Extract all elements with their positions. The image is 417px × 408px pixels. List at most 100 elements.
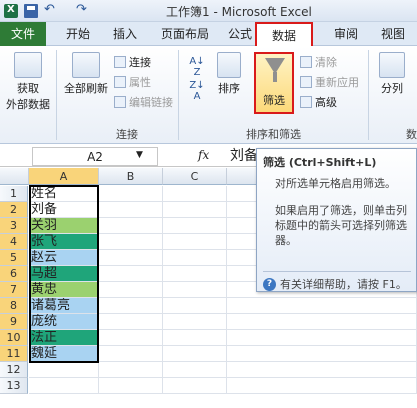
cell[interactable] xyxy=(99,346,163,362)
text-to-columns-button[interactable]: 分列 xyxy=(374,52,410,96)
cell[interactable] xyxy=(227,330,417,346)
cell[interactable] xyxy=(227,298,417,314)
cell[interactable] xyxy=(163,298,227,314)
excel-app-icon[interactable] xyxy=(4,4,18,18)
split-label: 分列 xyxy=(381,82,403,95)
cell[interactable]: 赵云 xyxy=(29,250,99,266)
cell[interactable]: 刘备 xyxy=(29,202,99,218)
cell[interactable] xyxy=(163,330,227,346)
cell[interactable] xyxy=(163,218,227,234)
advanced-filter-button[interactable]: 高级 xyxy=(300,94,337,110)
cell[interactable] xyxy=(163,234,227,250)
sort-label: 排序 xyxy=(218,82,240,95)
database-icon xyxy=(14,52,42,78)
filter-button[interactable]: 筛选 xyxy=(254,52,294,114)
properties-button[interactable]: 属性 xyxy=(114,74,151,90)
row-header[interactable]: 6 xyxy=(0,266,28,282)
select-all-corner[interactable] xyxy=(0,168,29,185)
tab-home[interactable]: 开始 xyxy=(56,22,100,46)
row-header[interactable]: 4 xyxy=(0,234,28,250)
cell[interactable] xyxy=(99,298,163,314)
refresh-all-button[interactable]: 全部刷新 xyxy=(62,52,110,96)
sort-icon xyxy=(217,52,241,78)
tab-view[interactable]: 视图 xyxy=(372,22,414,46)
cell[interactable]: 魏延 xyxy=(29,346,99,362)
edit-links-label: 编辑链接 xyxy=(129,96,173,109)
cell[interactable]: 关羽 xyxy=(29,218,99,234)
properties-icon xyxy=(114,76,126,88)
cell[interactable] xyxy=(227,314,417,330)
cell[interactable] xyxy=(99,202,163,218)
row-header[interactable]: 2 xyxy=(0,202,28,218)
cell[interactable] xyxy=(163,250,227,266)
cell[interactable] xyxy=(29,378,99,394)
tab-review[interactable]: 审阅 xyxy=(326,22,366,46)
sort-za-icon[interactable]: Z↓ A xyxy=(186,80,208,102)
cell[interactable]: 诸葛亮 xyxy=(29,298,99,314)
group-label-sort-filter: 排序和筛选 xyxy=(246,128,301,141)
column-header-a[interactable]: A xyxy=(29,168,99,185)
chevron-down-icon[interactable]: ▼ xyxy=(136,150,143,160)
cell[interactable] xyxy=(99,250,163,266)
save-icon[interactable] xyxy=(24,4,38,18)
row-header[interactable]: 9 xyxy=(0,314,28,330)
cell[interactable] xyxy=(163,362,227,378)
cell[interactable] xyxy=(227,378,417,394)
cell[interactable] xyxy=(227,362,417,378)
cell[interactable]: 姓名 xyxy=(29,186,99,202)
cell[interactable] xyxy=(163,202,227,218)
row-header[interactable]: 12 xyxy=(0,362,28,378)
cell[interactable] xyxy=(99,186,163,202)
undo-icon[interactable]: ↶ xyxy=(44,2,55,17)
cell[interactable] xyxy=(163,282,227,298)
cell[interactable] xyxy=(99,234,163,250)
redo-icon[interactable]: ↷ xyxy=(76,2,87,17)
tab-page-layout[interactable]: 页面布局 xyxy=(152,22,218,46)
row-header[interactable]: 11 xyxy=(0,346,28,362)
tab-formulas[interactable]: 公式 xyxy=(220,22,260,46)
cell[interactable] xyxy=(163,266,227,282)
cell[interactable] xyxy=(163,314,227,330)
cell[interactable]: 黄忠 xyxy=(29,282,99,298)
get-external-label-1: 获取 xyxy=(17,82,39,95)
cell[interactable] xyxy=(29,362,99,378)
sort-button[interactable]: 排序 xyxy=(212,52,246,96)
cell[interactable] xyxy=(99,218,163,234)
cell[interactable]: 马超 xyxy=(29,266,99,282)
cell[interactable] xyxy=(227,346,417,362)
cell[interactable]: 庞统 xyxy=(29,314,99,330)
tab-file[interactable]: 文件 xyxy=(0,22,46,46)
edit-links-button[interactable]: 编辑链接 xyxy=(114,94,173,110)
row-header[interactable]: 3 xyxy=(0,218,28,234)
cell[interactable] xyxy=(99,362,163,378)
row-header[interactable]: 1 xyxy=(0,186,28,202)
formula-input[interactable]: 刘备 xyxy=(230,147,258,166)
column-header-b[interactable]: B xyxy=(99,168,163,185)
clear-filter-button[interactable]: 清除 xyxy=(300,54,337,70)
cell[interactable] xyxy=(99,314,163,330)
row-header[interactable]: 7 xyxy=(0,282,28,298)
cell[interactable]: 张飞 xyxy=(29,234,99,250)
cell[interactable] xyxy=(99,266,163,282)
sort-az-icon[interactable]: A↓ Z xyxy=(186,56,208,78)
row-header[interactable]: 13 xyxy=(0,378,28,394)
cell[interactable] xyxy=(99,282,163,298)
row-header[interactable]: 8 xyxy=(0,298,28,314)
cell[interactable] xyxy=(163,346,227,362)
cell[interactable] xyxy=(163,186,227,202)
row-header[interactable]: 10 xyxy=(0,330,28,346)
cell[interactable] xyxy=(99,378,163,394)
tab-data[interactable]: 数据 xyxy=(255,22,313,46)
cell[interactable]: 法正 xyxy=(29,330,99,346)
column-header-c[interactable]: C xyxy=(163,168,227,185)
fx-icon[interactable]: fx xyxy=(198,148,209,162)
tab-insert[interactable]: 插入 xyxy=(104,22,146,46)
row-header[interactable]: 5 xyxy=(0,250,28,266)
window-title: 工作簿1 - Microsoft Excel xyxy=(166,5,312,19)
separator xyxy=(178,50,179,140)
cell[interactable] xyxy=(99,330,163,346)
connections-button[interactable]: 连接 xyxy=(114,54,151,70)
cell[interactable] xyxy=(163,378,227,394)
get-external-data-button[interactable]: 获取 外部数据 xyxy=(6,52,50,112)
reapply-button[interactable]: 重新应用 xyxy=(300,74,359,90)
